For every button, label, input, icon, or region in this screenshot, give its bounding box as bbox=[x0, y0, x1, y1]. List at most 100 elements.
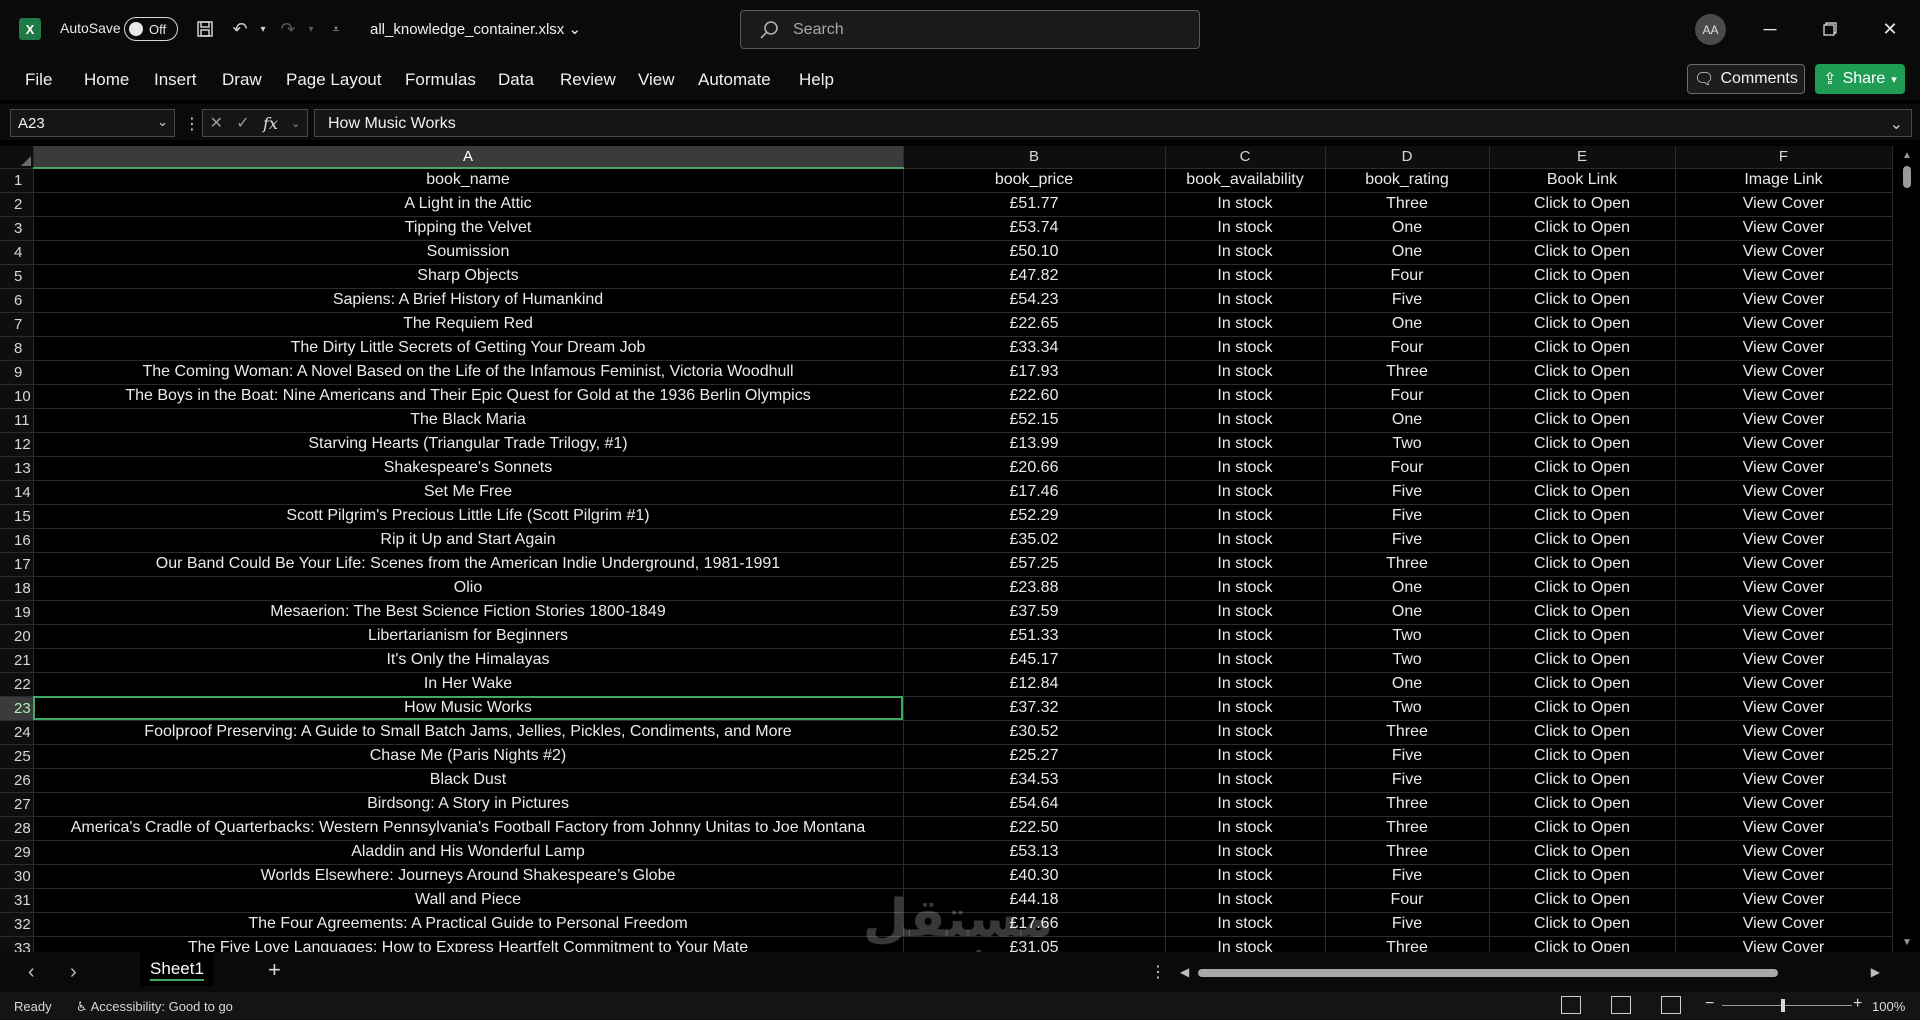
cell[interactable]: One bbox=[1325, 576, 1490, 601]
cell[interactable]: View Cover bbox=[1675, 552, 1893, 577]
cell[interactable]: View Cover bbox=[1675, 432, 1893, 457]
tab-formulas[interactable]: Formulas bbox=[405, 70, 476, 90]
cell[interactable]: View Cover bbox=[1675, 216, 1893, 241]
cell[interactable]: £53.74 bbox=[903, 216, 1166, 241]
cell[interactable]: Click to Open bbox=[1489, 240, 1676, 265]
zoom-slider[interactable] bbox=[1722, 1005, 1852, 1006]
vertical-scrollbar[interactable]: ▲ ▼ bbox=[1896, 146, 1920, 952]
cell[interactable]: View Cover bbox=[1675, 192, 1893, 217]
cell[interactable]: View Cover bbox=[1675, 840, 1893, 865]
cell[interactable]: In stock bbox=[1165, 936, 1326, 952]
cell[interactable]: £50.10 bbox=[903, 240, 1166, 265]
cell[interactable]: Sharp Objects bbox=[33, 264, 904, 289]
tab-page-layout[interactable]: Page Layout bbox=[286, 70, 381, 90]
cell[interactable]: In stock bbox=[1165, 360, 1326, 385]
cell[interactable]: Image Link bbox=[1675, 168, 1893, 193]
accessibility-status[interactable]: ♿ Accessibility: Good to go bbox=[76, 999, 233, 1015]
insert-function-icon[interactable]: fx bbox=[263, 114, 278, 133]
add-sheet-icon[interactable]: + bbox=[268, 957, 281, 983]
tab-review[interactable]: Review bbox=[560, 70, 616, 90]
zoom-out-icon[interactable]: − bbox=[1705, 995, 1714, 1013]
file-name[interactable]: all_knowledge_container.xlsx ⌄ bbox=[370, 20, 581, 38]
cell[interactable]: Shakespeare's Sonnets bbox=[33, 456, 904, 481]
cell[interactable]: £13.99 bbox=[903, 432, 1166, 457]
tab-automate[interactable]: Automate bbox=[698, 70, 771, 90]
sheet-options-icon[interactable]: ⋮ bbox=[1150, 962, 1166, 982]
cell[interactable]: £45.17 bbox=[903, 648, 1166, 673]
cell[interactable]: £44.18 bbox=[903, 888, 1166, 913]
cell[interactable]: Two bbox=[1325, 432, 1490, 457]
tab-help[interactable]: Help bbox=[799, 70, 834, 90]
cell[interactable]: View Cover bbox=[1675, 528, 1893, 553]
cell[interactable]: In stock bbox=[1165, 528, 1326, 553]
name-box[interactable]: A23 ⌄ bbox=[10, 109, 175, 137]
cell[interactable]: Mesaerion: The Best Science Fiction Stor… bbox=[33, 600, 904, 625]
cell[interactable]: Click to Open bbox=[1489, 792, 1676, 817]
row-header[interactable]: 11 bbox=[0, 408, 34, 433]
cell[interactable]: View Cover bbox=[1675, 624, 1893, 649]
cell[interactable]: Click to Open bbox=[1489, 360, 1676, 385]
cell[interactable]: £37.59 bbox=[903, 600, 1166, 625]
cell[interactable]: Two bbox=[1325, 648, 1490, 673]
column-header-a[interactable]: A bbox=[33, 146, 904, 169]
row-header[interactable]: 4 bbox=[0, 240, 34, 265]
redo-dropdown-icon[interactable]: ▾ bbox=[298, 16, 324, 42]
cell[interactable]: Black Dust bbox=[33, 768, 904, 793]
minimize-icon[interactable]: ─ bbox=[1755, 14, 1785, 44]
cell[interactable]: The Requiem Red bbox=[33, 312, 904, 337]
cell[interactable]: It's Only the Himalayas bbox=[33, 648, 904, 673]
cell[interactable]: £17.93 bbox=[903, 360, 1166, 385]
cell[interactable]: £12.84 bbox=[903, 672, 1166, 697]
cell[interactable]: View Cover bbox=[1675, 648, 1893, 673]
fx-chevron-icon[interactable]: ⌄ bbox=[291, 117, 300, 130]
cell[interactable]: The Black Maria bbox=[33, 408, 904, 433]
cell[interactable]: Our Band Could Be Your Life: Scenes from… bbox=[33, 552, 904, 577]
cell[interactable]: book_price bbox=[903, 168, 1166, 193]
scroll-left-icon[interactable]: ◀ bbox=[1180, 965, 1189, 979]
cell[interactable]: Click to Open bbox=[1489, 528, 1676, 553]
cell[interactable]: Click to Open bbox=[1489, 720, 1676, 745]
cell[interactable]: In stock bbox=[1165, 648, 1326, 673]
cell[interactable]: book_rating bbox=[1325, 168, 1490, 193]
cell[interactable]: In stock bbox=[1165, 576, 1326, 601]
cell[interactable]: Aladdin and His Wonderful Lamp bbox=[33, 840, 904, 865]
more-options-icon[interactable]: ⋮ bbox=[184, 114, 200, 134]
column-header-d[interactable]: D bbox=[1325, 146, 1490, 169]
cell[interactable]: Three bbox=[1325, 360, 1490, 385]
cell[interactable]: Click to Open bbox=[1489, 576, 1676, 601]
cell[interactable]: View Cover bbox=[1675, 672, 1893, 697]
close-icon[interactable]: ✕ bbox=[1875, 14, 1905, 44]
cell[interactable]: Three bbox=[1325, 936, 1490, 952]
cell[interactable]: View Cover bbox=[1675, 816, 1893, 841]
row-header[interactable]: 19 bbox=[0, 600, 34, 625]
cell[interactable]: Click to Open bbox=[1489, 816, 1676, 841]
cell[interactable]: In stock bbox=[1165, 864, 1326, 889]
cell[interactable]: Click to Open bbox=[1489, 264, 1676, 289]
page-break-view-icon[interactable] bbox=[1661, 996, 1681, 1014]
row-header[interactable]: 31 bbox=[0, 888, 34, 913]
cell[interactable]: View Cover bbox=[1675, 912, 1893, 937]
cell[interactable]: View Cover bbox=[1675, 744, 1893, 769]
cell[interactable]: View Cover bbox=[1675, 312, 1893, 337]
cell[interactable]: View Cover bbox=[1675, 696, 1893, 721]
cell[interactable]: Wall and Piece bbox=[33, 888, 904, 913]
cell[interactable]: Click to Open bbox=[1489, 768, 1676, 793]
cell[interactable]: Three bbox=[1325, 816, 1490, 841]
horizontal-scroll-thumb[interactable] bbox=[1198, 969, 1778, 977]
row-header[interactable]: 9 bbox=[0, 360, 34, 385]
cell[interactable]: £40.30 bbox=[903, 864, 1166, 889]
cell[interactable]: One bbox=[1325, 216, 1490, 241]
cell[interactable]: Five bbox=[1325, 912, 1490, 937]
cell[interactable]: The Five Love Languages: How to Express … bbox=[33, 936, 904, 952]
prev-sheet-icon[interactable]: ‹ bbox=[28, 961, 35, 984]
scroll-up-icon[interactable]: ▲ bbox=[1902, 150, 1912, 161]
cell[interactable]: Scott Pilgrim's Precious Little Life (Sc… bbox=[33, 504, 904, 529]
cell[interactable]: Birdsong: A Story in Pictures bbox=[33, 792, 904, 817]
column-header-b[interactable]: B bbox=[903, 146, 1166, 169]
cell[interactable]: Click to Open bbox=[1489, 312, 1676, 337]
cell[interactable]: Set Me Free bbox=[33, 480, 904, 505]
row-header[interactable]: 28 bbox=[0, 816, 34, 841]
row-header[interactable]: 5 bbox=[0, 264, 34, 289]
scroll-down-icon[interactable]: ▼ bbox=[1902, 937, 1912, 948]
cell[interactable]: Click to Open bbox=[1489, 216, 1676, 241]
